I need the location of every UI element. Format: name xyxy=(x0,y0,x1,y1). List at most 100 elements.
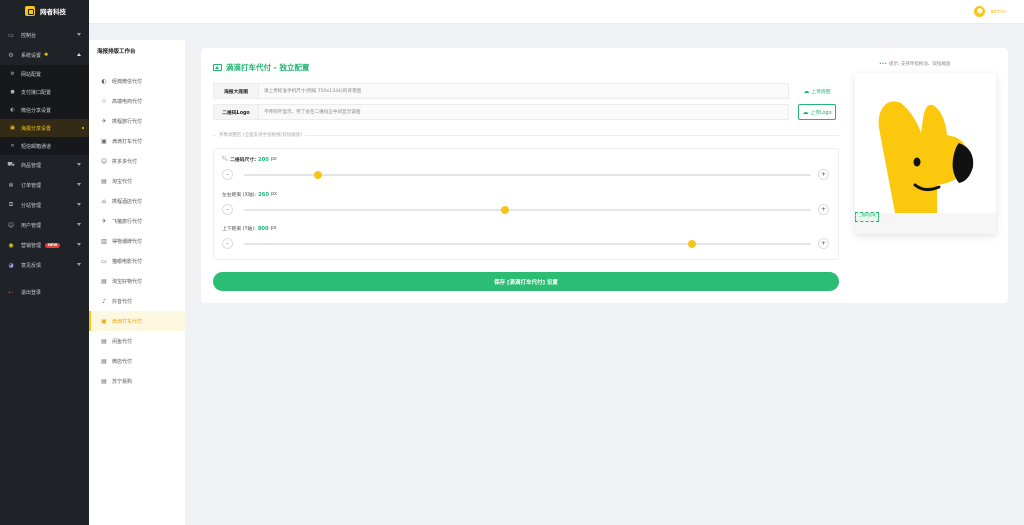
chevron-down-icon xyxy=(77,33,81,36)
size-slider-track[interactable] xyxy=(244,171,811,179)
workbench-item[interactable]: ▤ 淘宝代付 xyxy=(89,171,185,191)
slider-size-label: 🔍︎ 二维码尺寸: 200 px xyxy=(222,156,277,164)
search-icon: 🔍︎ xyxy=(222,157,229,162)
user-menu[interactable]: ☻ admin xyxy=(974,6,1006,17)
doc-icon: ▤ xyxy=(101,337,107,345)
workbench-item[interactable]: ▥ 得物潮牌代付 xyxy=(89,231,185,251)
workbench-items: ◐ 经典微信代付 ☆ 高端电商代付 ✈ 携程旅行代付 ▣ 滴滴打车代付 ☺ 拼多多代付 ▤ 淘宝代付 ⌂… xyxy=(89,62,185,391)
active-dot xyxy=(82,127,84,129)
home-icon: ⌂ xyxy=(102,197,106,205)
slider-y-label: 上下距离 (Y轴): 800 px xyxy=(222,225,277,233)
slider-box: 🔍︎ 二维码尺寸: 200 px - + 左右距离 (X轴): 260 px -… xyxy=(213,148,839,260)
y-decrease-button[interactable]: - xyxy=(222,238,233,249)
sidebar-item-logout[interactable]: ⇠ 退出登录 xyxy=(0,282,89,302)
x-increase-button[interactable]: + xyxy=(818,204,829,215)
bg-label: 海报大底图 xyxy=(213,83,258,99)
sidebar-item-branches[interactable]: ⧉ 分站管理 xyxy=(0,195,89,215)
chevron-down-icon xyxy=(77,263,81,266)
size-increase-button[interactable]: + xyxy=(818,169,829,180)
topbar: ☻ admin xyxy=(89,0,1024,23)
wechat-icon: ◐ xyxy=(10,107,15,113)
user-icon: ☺ xyxy=(7,221,15,229)
chevron-down-icon xyxy=(77,183,81,186)
image-icon xyxy=(213,64,222,71)
size-decrease-button[interactable]: - xyxy=(222,169,233,180)
y-slider-thumb[interactable] xyxy=(687,240,696,248)
workbench-item[interactable]: ♪ 抖音代付 xyxy=(89,291,185,311)
sidebar-sub-payment[interactable]: ● 支付接口配置 xyxy=(0,83,89,101)
user-name: admin xyxy=(990,8,1006,15)
branch-icon: ⧉ xyxy=(8,201,14,208)
cloud-upload-icon: ☁ xyxy=(802,108,809,116)
workbench-item[interactable]: ✈ 飞猪旅行代付 xyxy=(89,211,185,231)
y-increase-button[interactable]: + xyxy=(818,238,829,249)
sidebar-item-dashboard[interactable]: ▭ 控制台 xyxy=(0,25,89,45)
workbench-item[interactable]: ◐ 经典微信代付 xyxy=(89,71,185,91)
doc-icon: ▤ xyxy=(101,277,107,285)
doc-icon: ▤ xyxy=(101,177,107,185)
plane-icon: ✈ xyxy=(101,117,107,125)
workbench-item[interactable]: ▭ 猫眼电影代付 xyxy=(89,251,185,271)
param-divider: 参数调整区 (全面支持手指拖拽/双指缩放) xyxy=(213,131,839,139)
tag-icon: ▥ xyxy=(101,237,107,245)
sidebar-sub-poster-share[interactable]: ▣ 海报分享设置 xyxy=(0,119,89,137)
workbench-item[interactable]: ☺ 拼多多代付 xyxy=(89,151,185,171)
workbench-item[interactable]: ▣ 滴滴打车代付 xyxy=(89,131,185,151)
doc-icon: ▤ xyxy=(101,377,107,385)
upload-logo-button[interactable]: ☁ 上传Logo xyxy=(798,104,836,120)
x-slider-thumb[interactable] xyxy=(500,206,509,214)
sidebar-item-feedback[interactable]: ◕ 意见反馈 xyxy=(0,255,89,275)
save-button[interactable]: 保存 [滴滴打车代付] 设置 xyxy=(213,272,839,291)
feedback-icon: ◕ xyxy=(8,261,14,269)
bg-input[interactable]: 请上传标准手机尺寸(例如 750x1334)的背景图 xyxy=(258,83,789,99)
brand-name: 网者科技 xyxy=(40,8,66,16)
gear-spin-icon: ✺ xyxy=(44,52,49,58)
brand[interactable]: 网者科技 xyxy=(0,0,89,22)
plane-icon: ✈ xyxy=(101,217,107,225)
sidebar-sub-site-config[interactable]: ⚙ 网站配置 xyxy=(0,65,89,83)
sidebar-sub-sms-email[interactable]: ✕ 短信邮箱通道 xyxy=(0,137,89,155)
workbench-title: 海报排版工作台 xyxy=(97,49,136,55)
config-panel: 滴滴打车代付 - 独立配置 海报大底图 请上传标准手机尺寸(例如 750x133… xyxy=(201,48,1008,303)
size-slider-thumb[interactable] xyxy=(313,171,322,179)
sidebar-item-orders[interactable]: ✻ 订单管理 xyxy=(0,175,89,195)
logout-icon: ⇠ xyxy=(8,288,14,296)
upload-bg-button[interactable]: ☁ 上传底图 xyxy=(798,83,836,99)
x-slider-track[interactable] xyxy=(244,206,811,214)
workbench-item[interactable]: ▤ 微店代付 xyxy=(89,351,185,371)
workbench-item[interactable]: ⌂ 携程酒店代付 xyxy=(89,191,185,211)
sidebar-item-system[interactable]: ⚙ 系统设置 ✺ xyxy=(0,45,89,65)
workbench-item[interactable]: ✈ 携程旅行代付 xyxy=(89,111,185,131)
wechat-icon: ◐ xyxy=(101,77,107,85)
qr-placeholder[interactable]: 二维码区域 xyxy=(855,212,879,222)
bg-row: 海报大底图 请上传标准手机尺寸(例如 750x1334)的背景图 ☁ 上传底图 xyxy=(213,83,839,99)
dashboard-icon: ▭ xyxy=(8,31,14,39)
logo-input[interactable]: 不传则不显示，传了会在二维码正中间显示该图 xyxy=(258,104,789,120)
workbench-item[interactable]: ▤ 淘宝好物代付 xyxy=(89,271,185,291)
tip-text: ••• 提示: 支持单指拖动、双指缩放 xyxy=(879,62,951,67)
gear-icon: ⚙ xyxy=(8,51,14,59)
order-icon: ✻ xyxy=(8,181,14,189)
sidebar-item-products[interactable]: ⛟ 商品管理 xyxy=(0,155,89,175)
panel-title: 滴滴打车代付 - 独立配置 xyxy=(213,62,309,73)
sidebar-sub-wechat-share[interactable]: ◐ 微信分享设置 xyxy=(0,101,89,119)
workbench-item[interactable]: ▤ 苏宁易购 xyxy=(89,371,185,391)
didi-mascot-image xyxy=(855,73,996,234)
sidebar-item-marketing[interactable]: ◉ 营销管理 NEW xyxy=(0,235,89,255)
chevron-down-icon xyxy=(77,243,81,246)
image-icon: ▣ xyxy=(101,137,107,145)
workbench-item[interactable]: ☆ 高端电商代付 xyxy=(89,91,185,111)
workbench-item[interactable]: ▤ 闲鱼代付 xyxy=(89,331,185,351)
sidebar-item-users[interactable]: ☺ 用户管理 xyxy=(0,215,89,235)
music-icon: ♪ xyxy=(102,297,106,305)
payment-icon: ● xyxy=(10,89,15,95)
poster-preview[interactable]: 二维码区域 xyxy=(855,73,996,234)
logo-row: 二维码Logo 不传则不显示，传了会在二维码正中间显示该图 ☁ 上传Logo xyxy=(213,104,839,120)
sidebar: 网者科技 ▭ 控制台 ⚙ 系统设置 ✺ ⚙ 网站配置 ● 支付接口配置 ◐ 微信… xyxy=(0,0,89,525)
y-slider-track[interactable] xyxy=(244,240,811,248)
x-decrease-button[interactable]: - xyxy=(222,204,233,215)
settings-icon: ⚙ xyxy=(10,71,15,77)
doc-icon: ▤ xyxy=(101,357,107,365)
workbench-item[interactable]: ▣ 滴滴打车代付 xyxy=(89,311,185,331)
chevron-up-icon xyxy=(77,53,81,56)
